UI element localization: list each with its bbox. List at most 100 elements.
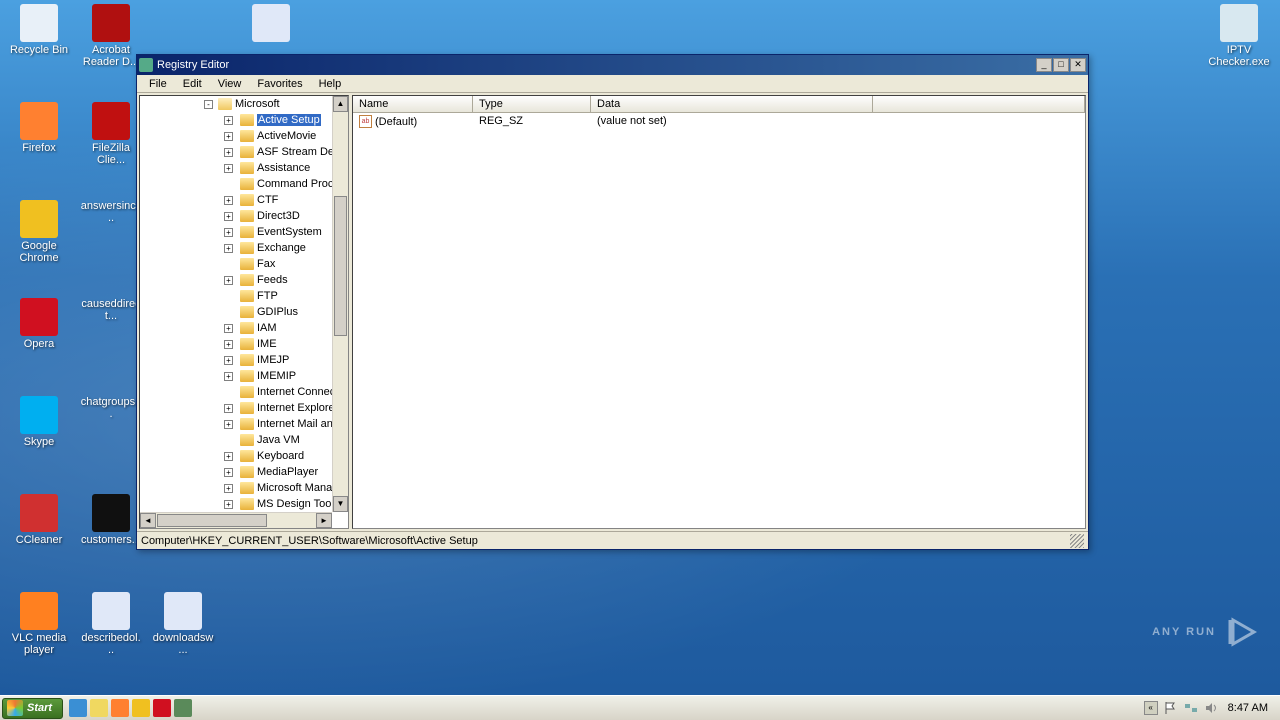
expander-icon[interactable]: + <box>224 228 233 237</box>
menu-file[interactable]: File <box>141 76 175 92</box>
column-name[interactable]: Name <box>353 96 473 112</box>
tree-node[interactable]: +ActiveMovie <box>140 128 332 144</box>
desktop-icon-downloads[interactable]: downloadsw... <box>152 592 214 656</box>
quicklaunch-opera[interactable] <box>153 699 171 717</box>
vertical-scrollbar[interactable]: ▲ ▼ <box>332 96 348 512</box>
quicklaunch-ie[interactable] <box>69 699 87 717</box>
tree-node[interactable]: +Feeds <box>140 272 332 288</box>
tree-node[interactable]: +Direct3D <box>140 208 332 224</box>
desktop-icon-recycle-bin[interactable]: Recycle Bin <box>8 4 70 56</box>
tree-node[interactable]: +Exchange <box>140 240 332 256</box>
tray-network-icon[interactable] <box>1184 701 1198 715</box>
desktop-icon-customers[interactable]: customers... <box>80 494 142 546</box>
tree-node[interactable]: +MediaPlayer <box>140 464 332 480</box>
expander-icon[interactable]: + <box>224 372 233 381</box>
expander-icon[interactable]: + <box>224 356 233 365</box>
tree-node[interactable]: +ASF Stream Des <box>140 144 332 160</box>
expander-icon[interactable]: + <box>224 148 233 157</box>
menu-favorites[interactable]: Favorites <box>249 76 310 92</box>
expander-icon[interactable]: + <box>224 340 233 349</box>
start-button[interactable]: Start <box>2 698 63 719</box>
tree-node[interactable]: Fax <box>140 256 332 272</box>
desktop-icon-firefox[interactable]: Firefox <box>8 102 70 154</box>
tree-node[interactable]: +IAM <box>140 320 332 336</box>
tray-volume-icon[interactable] <box>1204 701 1218 715</box>
list-row[interactable]: ab(Default)REG_SZ(value not set) <box>353 113 1085 129</box>
maximize-button[interactable]: □ <box>1053 58 1069 72</box>
expander-icon[interactable]: + <box>224 452 233 461</box>
desktop-icon-ccleaner[interactable]: CCleaner <box>8 494 70 546</box>
tree-node-root[interactable]: -Microsoft <box>140 96 332 112</box>
quicklaunch-explorer[interactable] <box>90 699 108 717</box>
titlebar[interactable]: Registry Editor _ □ ✕ <box>137 55 1088 75</box>
expander-icon[interactable]: + <box>224 420 233 429</box>
tree-pane[interactable]: -Microsoft+Active Setup+ActiveMovie+ASF … <box>139 95 349 529</box>
desktop-icon-iptv[interactable]: IPTV Checker.exe <box>1208 4 1270 68</box>
close-button[interactable]: ✕ <box>1070 58 1086 72</box>
tree-node[interactable]: +IME <box>140 336 332 352</box>
tree-node[interactable]: +IMEMIP <box>140 368 332 384</box>
desktop-icon-answers[interactable]: answersincl... <box>80 200 142 224</box>
tree-node[interactable]: +CTF <box>140 192 332 208</box>
tray-expand-icon[interactable]: « <box>1144 701 1158 715</box>
clock[interactable]: 8:47 AM <box>1228 702 1268 714</box>
tree-node[interactable]: +Keyboard <box>140 448 332 464</box>
desktop-icon-described[interactable]: describedol... <box>80 592 142 656</box>
minimize-button[interactable]: _ <box>1036 58 1052 72</box>
desktop-icon-worddoc1[interactable] <box>240 4 302 44</box>
tree-node[interactable]: GDIPlus <box>140 304 332 320</box>
expander-icon[interactable]: + <box>224 132 233 141</box>
tree-node[interactable]: Internet Connec <box>140 384 332 400</box>
desktop-icon-caused[interactable]: causeddirect... <box>80 298 142 322</box>
expander-icon[interactable]: + <box>224 164 233 173</box>
tree-node[interactable]: +Internet Explore <box>140 400 332 416</box>
quicklaunch-wmp[interactable] <box>111 699 129 717</box>
desktop-icon-filezilla[interactable]: FileZilla Clie... <box>80 102 142 166</box>
horizontal-scrollbar[interactable]: ◄ ► <box>140 512 332 528</box>
tree-node[interactable]: Java VM <box>140 432 332 448</box>
tree-node[interactable]: +Assistance <box>140 160 332 176</box>
expander-icon[interactable]: + <box>224 500 233 509</box>
menu-edit[interactable]: Edit <box>175 76 210 92</box>
hscroll-thumb[interactable] <box>157 514 267 527</box>
expander-icon[interactable]: + <box>224 116 233 125</box>
expander-icon[interactable]: + <box>224 404 233 413</box>
column-data[interactable]: Data <box>591 96 873 112</box>
tree-node[interactable]: FTP <box>140 288 332 304</box>
tray-flag-icon[interactable] <box>1164 701 1178 715</box>
scroll-left-arrow[interactable]: ◄ <box>140 513 156 528</box>
menu-help[interactable]: Help <box>311 76 350 92</box>
resize-grip[interactable] <box>1070 534 1084 548</box>
scroll-down-arrow[interactable]: ▼ <box>333 496 348 512</box>
expander-icon[interactable]: + <box>224 468 233 477</box>
desktop-icon-chatgroups[interactable]: chatgroups... <box>80 396 142 420</box>
quicklaunch-regedit[interactable] <box>174 699 192 717</box>
expander-icon[interactable]: + <box>224 212 233 221</box>
expander-icon[interactable]: + <box>224 244 233 253</box>
list-pane[interactable]: Name Type Data ab(Default)REG_SZ(value n… <box>352 95 1086 529</box>
scroll-right-arrow[interactable]: ► <box>316 513 332 528</box>
expander-icon[interactable]: - <box>204 100 213 109</box>
desktop-icon-vlc[interactable]: VLC media player <box>8 592 70 656</box>
tree-node[interactable]: +Microsoft Manag <box>140 480 332 496</box>
scroll-thumb[interactable] <box>334 196 347 336</box>
tree-node[interactable]: +IMEJP <box>140 352 332 368</box>
tree-node[interactable]: +Internet Mail an <box>140 416 332 432</box>
tree-node[interactable]: +EventSystem <box>140 224 332 240</box>
menu-view[interactable]: View <box>210 76 250 92</box>
desktop-icon-skype[interactable]: Skype <box>8 396 70 448</box>
quicklaunch-chrome[interactable] <box>132 699 150 717</box>
desktop-icon-opera[interactable]: Opera <box>8 298 70 350</box>
tree-node[interactable]: Command Proce <box>140 176 332 192</box>
scroll-up-arrow[interactable]: ▲ <box>333 96 348 112</box>
desktop-icon-chrome[interactable]: Google Chrome <box>8 200 70 264</box>
column-type[interactable]: Type <box>473 96 591 112</box>
expander-icon[interactable]: + <box>224 324 233 333</box>
column-pad[interactable] <box>873 96 1085 112</box>
expander-icon[interactable]: + <box>224 196 233 205</box>
tree-node[interactable]: +MS Design Tools <box>140 496 332 512</box>
expander-icon[interactable]: + <box>224 276 233 285</box>
expander-icon[interactable]: + <box>224 484 233 493</box>
desktop-icon-acrobat[interactable]: Acrobat Reader D... <box>80 4 142 68</box>
tree-node[interactable]: +Active Setup <box>140 112 332 128</box>
